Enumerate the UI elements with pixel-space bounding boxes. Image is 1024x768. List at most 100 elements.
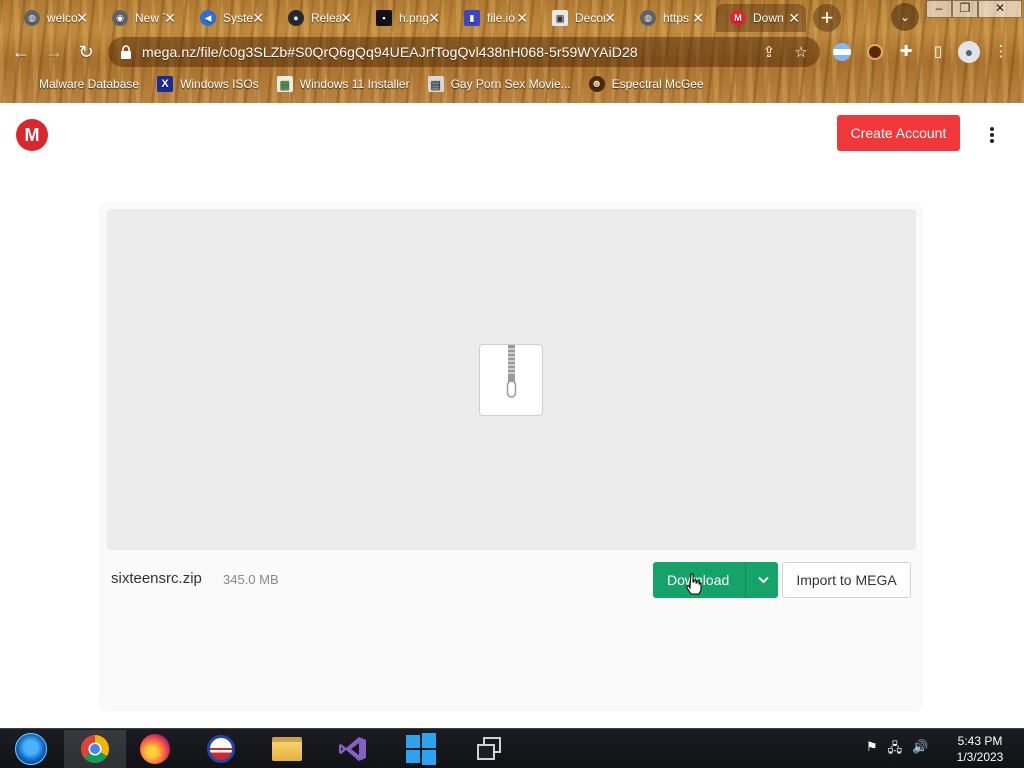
taskbar-file-explorer[interactable]: [256, 730, 318, 768]
tab-title: h.png: [399, 11, 429, 25]
avatar-icon: ☻: [588, 76, 605, 92]
bookmark-star-icon[interactable]: ☆: [792, 44, 810, 62]
lock-icon: [121, 45, 131, 59]
close-icon[interactable]: ✕: [788, 10, 800, 27]
globe-icon: ◍: [24, 10, 40, 26]
system-tray: ⚑ 🖧 🔊: [866, 739, 928, 761]
github-icon: ●: [288, 10, 304, 26]
windows-orb-icon: [15, 733, 47, 765]
malware-icon: [16, 76, 32, 92]
windows-logo-icon: [406, 733, 436, 765]
close-icon[interactable]: ✕: [604, 10, 616, 27]
bookmark-windows-11-installer[interactable]: ▦ Windows 11 Installer: [276, 76, 410, 92]
tab-decompiler[interactable]: ▣ Decompiler ✕: [538, 4, 622, 32]
tab-download-active[interactable]: M Download ✕: [716, 4, 806, 32]
tab-search-button[interactable]: ⌄: [891, 3, 919, 31]
page-icon: ▤: [427, 76, 444, 92]
decompiler-icon: ▣: [552, 10, 568, 26]
tab-welcome[interactable]: ◍ welcome ✕: [10, 4, 94, 32]
taskbar-windows-start[interactable]: [390, 730, 452, 768]
volume-icon[interactable]: 🔊: [912, 739, 928, 761]
browser-toolbar: ← → ↻ mega.nz/file/c0g3SLZb#S0QrQ6gQq94U…: [0, 34, 1024, 70]
bookmark-label: Windows 11 Installer: [299, 77, 410, 91]
account-avatar-icon[interactable]: ●: [958, 41, 980, 63]
profile-extension-icon[interactable]: [864, 41, 886, 63]
side-panel-icon[interactable]: ▯: [927, 41, 949, 63]
taskbar-firefox[interactable]: [124, 730, 186, 768]
bookmark-malware-database[interactable]: Malware Database: [16, 76, 139, 92]
reload-button[interactable]: ↻: [72, 38, 100, 66]
tab-title: Download: [753, 11, 783, 25]
close-icon[interactable]: ✕: [428, 10, 440, 27]
close-icon[interactable]: ✕: [516, 10, 528, 27]
taskbar-visual-studio[interactable]: [322, 730, 384, 768]
close-icon[interactable]: ✕: [164, 10, 176, 27]
extension-icon[interactable]: [831, 41, 853, 63]
tab-system[interactable]: ◀ System ✕: [186, 4, 270, 32]
more-menu-icon[interactable]: [984, 123, 1000, 147]
tab-title: Releases: [311, 11, 341, 25]
system-clock[interactable]: 5:43 PM 1/3/2023: [950, 733, 1010, 765]
tab-title: welcome: [47, 11, 77, 25]
task-view-icon: [477, 737, 501, 760]
taskbar-chrome[interactable]: [64, 730, 126, 768]
import-to-mega-button[interactable]: Import to MEGA: [782, 562, 911, 598]
firefox-icon: [140, 734, 170, 764]
maximize-button[interactable]: ❐: [952, 0, 978, 18]
x-icon: X: [157, 76, 174, 92]
file-preview: [107, 209, 916, 550]
button-divider: [745, 562, 746, 598]
minimize-button[interactable]: –: [926, 0, 952, 18]
start-button[interactable]: [0, 730, 62, 768]
bookmark-espectral-mcgee[interactable]: ☻ Espectral McGee: [588, 76, 704, 92]
close-icon[interactable]: ✕: [76, 10, 88, 27]
tab-releases[interactable]: ● Releases ✕: [274, 4, 358, 32]
taskbar-campaign[interactable]: [190, 730, 252, 768]
close-icon[interactable]: ✕: [252, 10, 264, 27]
campaign-logo-icon: [207, 735, 235, 763]
window-close-button[interactable]: ✕: [978, 0, 1022, 18]
browser-chrome: ◍ welcome ✕ ◉ New Tab ✕ ◀ System ✕ ● Rel…: [0, 0, 1024, 103]
tab-title: file.io: [487, 11, 516, 25]
mega-icon: M: [730, 10, 746, 26]
bookmark-label: Windows ISOs: [180, 77, 259, 91]
taskbar-task-view[interactable]: [458, 730, 520, 768]
tab-title: Decompiler: [575, 11, 605, 25]
tab-strip: ◍ welcome ✕ ◉ New Tab ✕ ◀ System ✕ ● Rel…: [0, 0, 1024, 34]
bookmark-movie[interactable]: ▤ Gay Porn Sex Movie...: [427, 76, 571, 92]
puzzle-extensions-icon[interactable]: ✚: [895, 41, 917, 63]
tab-https[interactable]: ◍ https ✕: [626, 4, 710, 32]
close-icon[interactable]: ✕: [692, 10, 704, 27]
create-account-button[interactable]: Create Account: [837, 115, 960, 151]
chrome-icon: ◉: [112, 10, 128, 26]
forward-button[interactable]: →: [40, 38, 68, 66]
tab-h-png[interactable]: ▪ h.png ✕: [362, 4, 446, 32]
file-icon: ▮: [464, 10, 480, 26]
tab-title: New Tab: [135, 11, 165, 25]
chevron-down-icon[interactable]: [749, 562, 778, 598]
close-icon[interactable]: ✕: [340, 10, 352, 27]
file-name: sixteensrc.zip: [111, 570, 202, 587]
new-tab-button[interactable]: +: [813, 4, 841, 32]
address-bar[interactable]: mega.nz/file/c0g3SLZb#S0QrQ6gQq94UEAJrfT…: [108, 37, 820, 67]
share-icon[interactable]: ⇪: [760, 44, 778, 62]
windows-taskbar: ⚑ 🖧 🔊 5:43 PM 1/3/2023: [0, 728, 1024, 768]
bookmark-label: Gay Porn Sex Movie...: [450, 77, 571, 91]
network-icon[interactable]: 🖧: [888, 739, 903, 761]
bookmark-label: Malware Database: [39, 77, 140, 91]
tab-title: System: [223, 11, 253, 25]
tab-new-tab[interactable]: ◉ New Tab ✕: [98, 4, 182, 32]
flag-icon[interactable]: ⚑: [866, 739, 878, 761]
system-icon: ◀: [200, 10, 216, 26]
file-size: 345.0 MB: [223, 572, 279, 587]
tab-file-io[interactable]: ▮ file.io ✕: [450, 4, 534, 32]
download-button[interactable]: Download: [653, 562, 778, 598]
visual-studio-icon: [339, 737, 366, 761]
mega-page: M Create Account sixteensrc.zip 345.0 MB: [0, 103, 1024, 728]
chrome-menu-icon[interactable]: ⋮: [990, 41, 1012, 63]
tab-title: https: [663, 11, 690, 25]
back-button[interactable]: ←: [7, 38, 35, 66]
bookmark-windows-isos[interactable]: X Windows ISOs: [157, 76, 259, 92]
mega-logo[interactable]: M: [16, 119, 48, 151]
clock-date: 1/3/2023: [956, 750, 1004, 764]
